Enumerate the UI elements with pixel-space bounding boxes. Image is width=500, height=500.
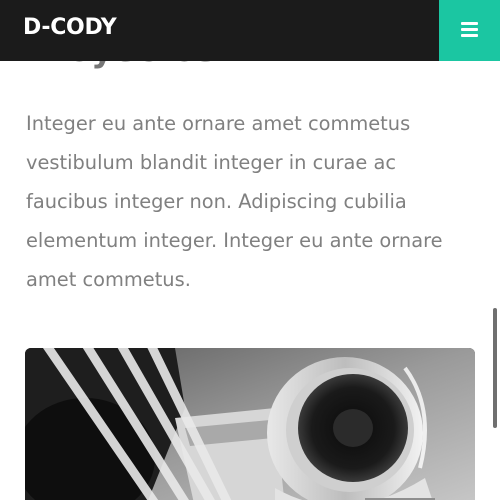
menu-toggle-button[interactable] [439, 0, 500, 61]
intro-paragraph: Integer eu ante ornare amet commetus ves… [26, 112, 443, 291]
hamburger-menu-icon [461, 22, 478, 37]
scrollbar-thumb[interactable] [493, 308, 497, 428]
page-content: Proyectos Integer eu ante ornare amet co… [0, 0, 500, 500]
brand-logo-text[interactable]: D-CODY [23, 15, 117, 40]
top-navigation-bar: D-CODY [0, 0, 500, 61]
jet-engine-photo [25, 348, 475, 500]
jet-engine-illustration [25, 348, 475, 500]
